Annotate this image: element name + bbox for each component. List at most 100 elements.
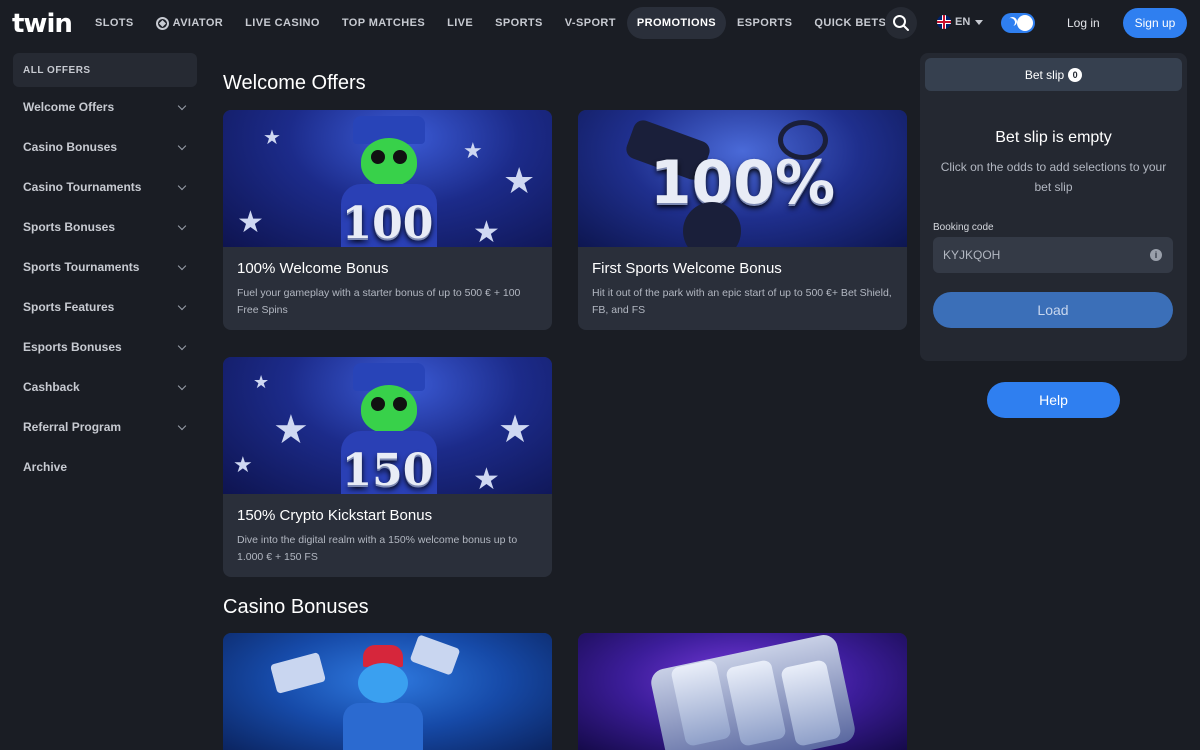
bet-slip-count-badge: 0: [1068, 67, 1083, 82]
chevron-down-icon: [177, 381, 187, 390]
chevron-down-icon: [177, 181, 187, 190]
promo-banner-image: [223, 633, 552, 750]
language-selector[interactable]: EN: [937, 15, 984, 29]
sidebar-item-welcome-offers[interactable]: Welcome Offers: [13, 87, 197, 127]
sidebar-item-referral-program[interactable]: Referral Program: [13, 407, 197, 447]
bet-slip-tab-label: Bet slip: [1024, 67, 1065, 82]
sidebar-item-sports-tournaments[interactable]: Sports Tournaments: [13, 247, 197, 287]
promo-card-body: 100% Welcome Bonus Fuel your gameplay wi…: [223, 247, 552, 330]
chevron-down-icon: [177, 221, 187, 230]
ticket-graphic: [409, 634, 461, 676]
sidebar-item-label: Casino Tournaments: [23, 180, 142, 194]
promo-card-description: Dive into the digital realm with a 150% …: [237, 534, 518, 563]
chevron-down-icon: [177, 261, 187, 270]
chevron-down-icon: [177, 101, 187, 110]
sidebar-item-casino-tournaments[interactable]: Casino Tournaments: [13, 167, 197, 207]
moon-icon: [1006, 18, 1015, 27]
chevron-down-icon: [177, 421, 187, 430]
login-link[interactable]: Log in: [1067, 16, 1100, 30]
promo-card-body: First Sports Welcome Bonus Hit it out of…: [578, 247, 907, 330]
sidebar-item-label: Sports Features: [23, 300, 115, 314]
chevron-down-icon: [177, 301, 187, 310]
character-head-graphic: [358, 663, 408, 703]
language-code: EN: [955, 16, 971, 28]
section-title-welcome-offers: Welcome Offers: [223, 72, 366, 94]
promo-card-title: First Sports Welcome Bonus: [592, 260, 782, 277]
bet-slip-panel: Bet slip 0 Bet slip is empty Click on th…: [920, 53, 1187, 361]
star-icon: ★: [263, 127, 281, 149]
bet-slip-hint: Click on the odds to add selections to y…: [940, 160, 1167, 194]
nav-item-quick-bets[interactable]: QUICK BETS: [803, 7, 897, 39]
nav-item-promotions[interactable]: PROMOTIONS: [626, 7, 727, 39]
star-icon: ★: [463, 138, 483, 163]
signup-button[interactable]: Sign up: [1123, 8, 1187, 38]
nav-item-esports[interactable]: ESPORTS: [726, 7, 803, 39]
promo-card-casino-bonus-slot[interactable]: [578, 633, 907, 750]
booking-code-input[interactable]: [933, 237, 1173, 273]
sidebar-item-label: Sports Bonuses: [23, 220, 116, 234]
promo-banner-image: 100%: [578, 110, 907, 247]
chevron-down-icon: [177, 341, 187, 350]
banner-number: 100: [341, 198, 434, 247]
promo-card-title: 150% Crypto Kickstart Bonus: [237, 507, 433, 524]
chevron-down-icon: [975, 19, 984, 25]
sidebar-item-label: Welcome Offers: [23, 100, 115, 114]
sidebar-item-cashback[interactable]: Cashback: [13, 367, 197, 407]
search-icon: [893, 15, 909, 31]
sidebar-item-label: Casino Bonuses: [23, 140, 118, 154]
load-button[interactable]: Load: [933, 292, 1173, 328]
bet-slip-tab[interactable]: Bet slip 0: [925, 58, 1182, 91]
nav-item-slots[interactable]: SLOTS: [84, 7, 145, 39]
sidebar-item-casino-bonuses[interactable]: Casino Bonuses: [13, 127, 197, 167]
sidebar-item-esports-bonuses[interactable]: Esports Bonuses: [13, 327, 197, 367]
info-icon[interactable]: i: [1150, 249, 1162, 261]
star-icon: ★: [503, 160, 536, 201]
promo-card-crypto-kickstart-bonus[interactable]: ★ ★ ★ ★ ★ 150 150% Crypto Kickstart Bonu…: [223, 357, 552, 577]
sidebar-item-all-offers[interactable]: ALL OFFERS: [13, 53, 197, 87]
bet-slip-empty-title: Bet slip is empty: [995, 129, 1112, 146]
aviator-icon: [155, 16, 169, 30]
help-button[interactable]: Help: [987, 382, 1120, 418]
nav-item-top-matches[interactable]: TOP MATCHES: [331, 7, 436, 39]
sidebar-item-label: Cashback: [23, 380, 80, 394]
goblin-head-graphic: [361, 385, 417, 433]
sidebar-item-sports-bonuses[interactable]: Sports Bonuses: [13, 207, 197, 247]
sidebar-item-sports-features[interactable]: Sports Features: [13, 287, 197, 327]
sidebar-item-archive[interactable]: Archive: [13, 447, 197, 487]
section-title-casino-bonuses: Casino Bonuses: [223, 596, 369, 618]
chevron-down-icon: [177, 141, 187, 150]
nav-item-live-casino[interactable]: LIVE CASINO: [234, 7, 331, 39]
promo-card-welcome-bonus[interactable]: ★ ★ ★ ★ ★ 100 100% Welcome Bonus Fuel yo…: [223, 110, 552, 330]
sidebar-item-label: Sports Tournaments: [23, 260, 140, 274]
nav-item-live[interactable]: LIVE: [436, 7, 484, 39]
promo-card-casino-bonus[interactable]: [223, 633, 552, 750]
search-button[interactable]: [885, 7, 917, 39]
theme-toggle[interactable]: [1001, 13, 1035, 33]
nav-item-v-sport[interactable]: V-SPORT: [554, 7, 627, 39]
promo-card-title: 100% Welcome Bonus: [237, 260, 389, 277]
nav-item-sports[interactable]: SPORTS: [484, 7, 554, 39]
ticket-graphic: [269, 652, 327, 694]
brand-logo[interactable]: twin: [12, 9, 73, 39]
goblin-head-graphic: [361, 138, 417, 186]
promo-card-body: 150% Crypto Kickstart Bonus Dive into th…: [223, 494, 552, 577]
promotions-sidebar: ALL OFFERS Welcome Offers Casino Bonuses…: [13, 53, 197, 487]
banner-number: 100%: [649, 148, 836, 218]
promo-banner-image: [578, 633, 907, 750]
promo-banner-image: ★ ★ ★ ★ ★ 150: [223, 357, 552, 494]
nav-item-aviator[interactable]: AVIATOR: [145, 7, 234, 39]
toggle-knob: [1017, 15, 1033, 31]
top-header: twin SLOTS AVIATOR LIVE CASINO TOP MATCH…: [0, 0, 1200, 46]
main-nav: SLOTS AVIATOR LIVE CASINO TOP MATCHES LI…: [84, 7, 897, 39]
sidebar-item-label: Referral Program: [23, 420, 122, 434]
promo-card-description: Hit it out of the park with an epic star…: [592, 287, 892, 316]
promo-banner-image: ★ ★ ★ ★ ★ 100: [223, 110, 552, 247]
banner-number: 150: [341, 445, 434, 494]
promo-card-description: Fuel your gameplay with a starter bonus …: [237, 287, 521, 316]
nav-item-label: AVIATOR: [172, 17, 224, 29]
sidebar-item-label: Esports Bonuses: [23, 340, 122, 354]
uk-flag-icon: [937, 15, 951, 29]
booking-code-label: Booking code: [933, 222, 994, 233]
promo-card-sports-welcome-bonus[interactable]: 100% First Sports Welcome Bonus Hit it o…: [578, 110, 907, 330]
character-body-graphic: [343, 703, 423, 750]
